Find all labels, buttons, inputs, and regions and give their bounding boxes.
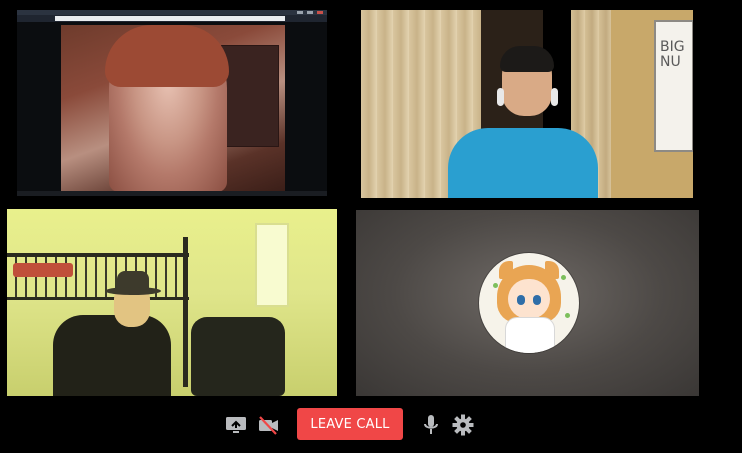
participant-hat-brim	[105, 287, 161, 295]
avatar-sparkle	[565, 313, 570, 318]
minimize-icon	[297, 11, 303, 14]
whiteboard-text: BIG NU	[660, 39, 685, 70]
user-avatar	[479, 253, 579, 353]
avatar-face	[508, 279, 550, 319]
participant-shirt	[53, 315, 171, 396]
maximize-icon	[307, 11, 313, 14]
avatar-sparkle	[561, 275, 566, 280]
participant-hair	[500, 46, 554, 72]
leave-call-button[interactable]: LEAVE CALL	[297, 408, 403, 440]
browser-toolbar	[17, 10, 327, 22]
bunk-bed-post	[183, 237, 188, 387]
microphone-button[interactable]	[419, 413, 443, 437]
chair	[191, 317, 285, 396]
avatar-lab-coat	[505, 317, 555, 353]
bookshelf	[221, 45, 279, 147]
microphone-icon	[424, 415, 438, 434]
settings-button[interactable]	[451, 413, 475, 437]
screenshare-icon	[226, 417, 246, 433]
close-icon	[317, 11, 323, 14]
video-player-controls	[17, 191, 327, 196]
video-off-icon	[259, 416, 278, 435]
avatar-eye	[533, 295, 541, 305]
video-toggle-button[interactable]	[256, 413, 280, 437]
avatar-eye	[517, 295, 525, 305]
video-person-hair	[105, 25, 229, 87]
video-tile-camera[interactable]: BIG NU	[361, 10, 693, 198]
browser-url-bar	[55, 16, 285, 21]
shared-video-frame	[61, 25, 285, 192]
video-tile-screenshare[interactable]	[17, 10, 327, 196]
headphone-left	[497, 88, 504, 106]
bunk-bedding	[13, 263, 73, 277]
avatar-tile[interactable]	[356, 210, 699, 396]
call-controls: LEAVE CALL	[0, 400, 742, 453]
browser-tabstrip	[17, 10, 327, 15]
video-tile-camera[interactable]	[7, 209, 337, 396]
window	[255, 223, 289, 307]
participant-shirt	[448, 128, 598, 198]
gear-icon	[452, 414, 474, 436]
headphone-right	[551, 88, 558, 106]
screenshare-button[interactable]	[224, 413, 248, 437]
avatar-sparkle	[493, 283, 498, 288]
whiteboard: BIG NU	[654, 20, 693, 152]
